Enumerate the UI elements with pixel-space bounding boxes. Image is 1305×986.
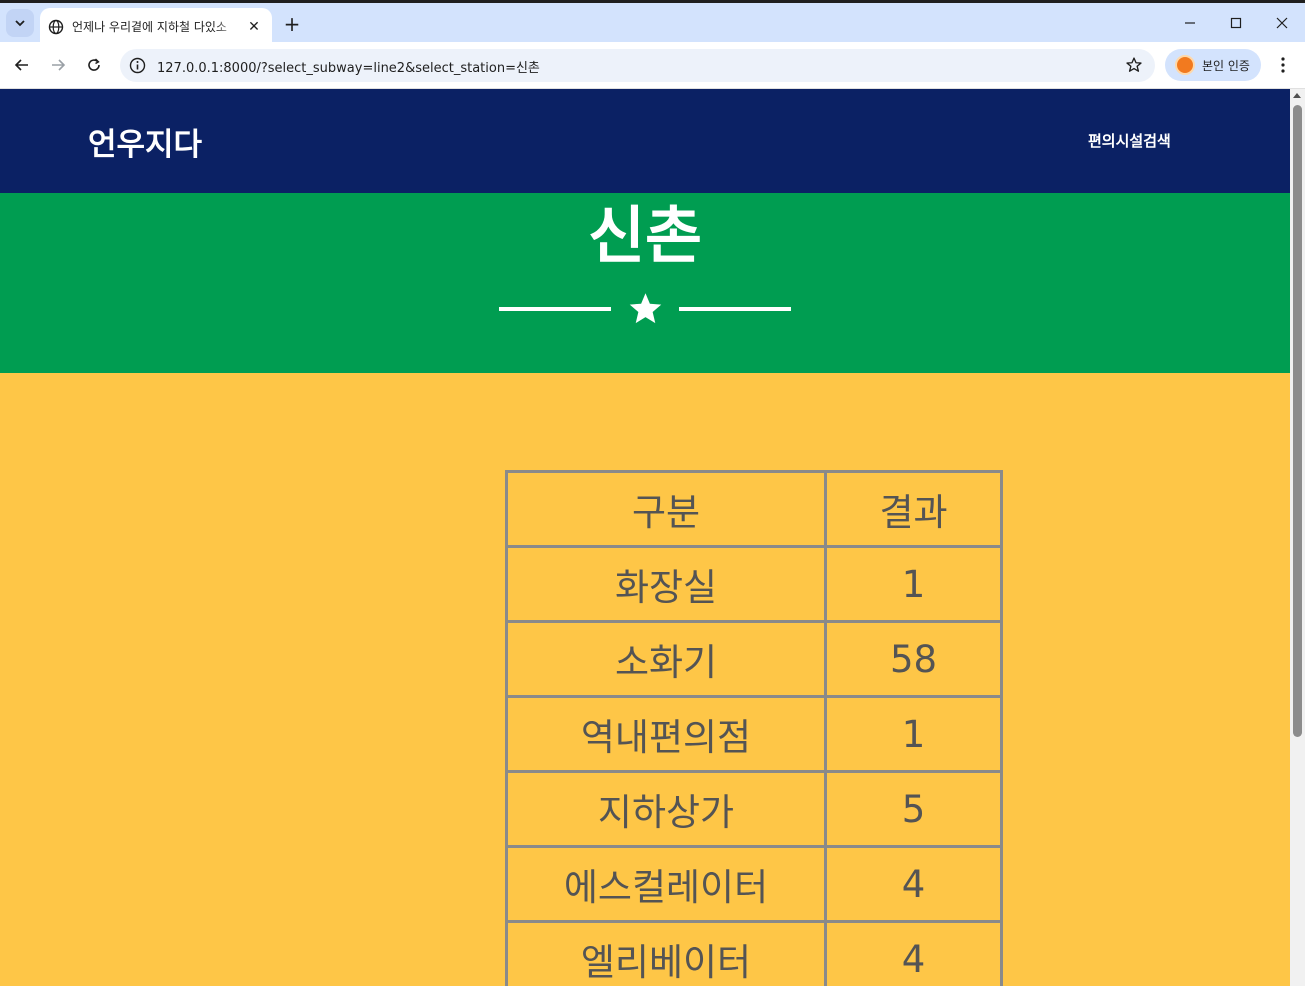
facility-count: 1 <box>824 545 1003 623</box>
kebab-menu-icon[interactable] <box>1271 52 1295 78</box>
facility-table: 구분 결과 화장실 1 소화기 58 역내편의점 1 지하상가 5 에스컬레이터 <box>505 470 1003 986</box>
facility-label: 소화기 <box>505 620 827 698</box>
facility-count: 1 <box>824 695 1003 773</box>
new-tab-icon[interactable]: + <box>282 12 302 36</box>
facility-label: 역내편의점 <box>505 695 827 773</box>
facility-count: 4 <box>824 920 1003 986</box>
url-text[interactable]: 127.0.0.1:8000/?select_subway=line2&sele… <box>157 57 540 76</box>
address-bar[interactable]: 127.0.0.1:8000/?select_subway=line2&sele… <box>120 49 1155 82</box>
page-title: 신촌 <box>587 199 703 272</box>
maximize-icon[interactable] <box>1224 11 1248 35</box>
forward-icon[interactable] <box>45 52 71 78</box>
browser-tab[interactable]: 언제나 우리곁에 지하철 다있소 ✕ <box>40 8 272 45</box>
tab-title: 언제나 우리곁에 지하철 다있소 <box>72 20 227 34</box>
table-row: 엘리베이터 4 <box>505 920 1003 986</box>
facility-count: 5 <box>824 770 1003 848</box>
globe-icon <box>48 19 64 34</box>
nav-link-facility-search[interactable]: 편의시설검색 <box>1088 130 1171 151</box>
station-hero: 신촌 <box>0 193 1290 373</box>
scroll-up-icon[interactable] <box>1293 93 1301 98</box>
page-scrollbar[interactable] <box>1290 89 1305 986</box>
facility-count: 58 <box>824 620 1003 698</box>
avatar <box>1175 55 1195 75</box>
profile-button[interactable]: 본인 인증 <box>1165 49 1261 81</box>
table-row: 화장실 1 <box>505 545 1003 623</box>
table-row: 에스컬레이터 4 <box>505 845 1003 923</box>
bookmark-star-icon[interactable] <box>1125 56 1143 74</box>
browser-toolbar: 127.0.0.1:8000/?select_subway=line2&sele… <box>0 42 1305 89</box>
close-icon[interactable]: ✕ <box>246 19 262 35</box>
minimize-icon[interactable] <box>1178 11 1202 35</box>
table-row: 지하상가 5 <box>505 770 1003 848</box>
star-icon <box>629 293 662 324</box>
site-navbar: 언우지다 편의시설검색 <box>0 89 1290 193</box>
tab-strip: 언제나 우리곁에 지하철 다있소 ✕ + <box>0 0 1305 45</box>
facility-label: 엘리베이터 <box>505 920 827 986</box>
facility-label: 지하상가 <box>505 770 827 848</box>
table-header-row: 구분 결과 <box>505 470 1003 548</box>
facility-label: 에스컬레이터 <box>505 845 827 923</box>
table-row: 소화기 58 <box>505 620 1003 698</box>
back-icon[interactable] <box>9 52 35 78</box>
site-brand-link[interactable]: 언우지다 <box>88 119 202 164</box>
divider-line-left <box>499 307 611 311</box>
facility-label: 화장실 <box>505 545 827 623</box>
profile-label: 본인 인증 <box>1202 58 1250 73</box>
column-header-category: 구분 <box>505 470 827 548</box>
table-row: 역내편의점 1 <box>505 695 1003 773</box>
info-icon[interactable] <box>129 57 146 74</box>
facility-count: 4 <box>824 845 1003 923</box>
page-viewport: 언우지다 편의시설검색 신촌 구분 결과 화장실 1 소화기 58 역내편의점 <box>0 89 1290 986</box>
column-header-result: 결과 <box>824 470 1003 548</box>
reload-icon[interactable] <box>81 52 107 78</box>
tab-search-icon[interactable] <box>6 9 34 37</box>
divider-line-right <box>679 307 791 311</box>
window-close-icon[interactable] <box>1270 11 1294 35</box>
scrollbar-thumb[interactable] <box>1293 105 1302 737</box>
